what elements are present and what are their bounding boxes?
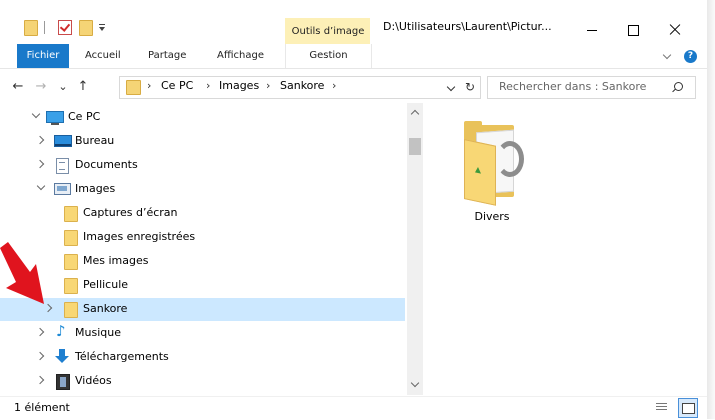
annotation-arrow-shape [0, 242, 44, 304]
breadcrumb-sankore[interactable]: Sankore [280, 79, 324, 92]
folder-icon [64, 278, 78, 294]
tree-item-videos[interactable]: Vidéos [0, 370, 405, 393]
collapse-chevron-icon[interactable] [31, 109, 41, 119]
tree-item-mes-images[interactable]: Mes images [0, 250, 405, 273]
properties-icon[interactable] [58, 20, 72, 35]
navigation-scrollbar[interactable] [407, 103, 423, 395]
search-input[interactable]: Rechercher dans : Sankore [487, 76, 696, 99]
expand-chevron-icon[interactable] [35, 375, 45, 385]
tab-gestion[interactable]: Gestion [285, 44, 372, 68]
refresh-button[interactable]: ↻ [462, 78, 478, 96]
tree-item-label: Images [75, 182, 116, 195]
download-icon [55, 349, 69, 364]
new-folder-icon[interactable] [79, 20, 93, 36]
address-bar[interactable]: › Ce PC › Images › Sankore › ↻ [119, 76, 481, 99]
tree-item-documents[interactable]: Documents [0, 154, 405, 177]
expand-chevron-icon[interactable] [35, 351, 45, 361]
breadcrumb-ce-pc[interactable]: Ce PC [161, 79, 193, 92]
help-icon[interactable]: ? [684, 50, 697, 63]
documents-icon [56, 158, 69, 174]
tree-item-label: Pellicule [83, 278, 129, 291]
expand-chevron-icon[interactable] [35, 135, 45, 145]
breadcrumb-separator[interactable]: › [266, 79, 270, 92]
expand-ribbon-icon[interactable] [663, 52, 671, 60]
tab-accueil[interactable]: Accueil [85, 44, 121, 68]
tree-item-label: Musique [75, 326, 121, 339]
tree-item-sankore[interactable]: Sankore [0, 298, 405, 321]
folder-icon [126, 80, 141, 95]
tree-item-captures[interactable]: Captures d’écran [0, 202, 405, 225]
collapse-chevron-icon[interactable] [36, 181, 46, 191]
minimize-button[interactable] [572, 14, 612, 44]
tree-item-pellicule[interactable]: Pellicule [0, 274, 405, 297]
search-icon[interactable] [674, 82, 683, 91]
customize-toolbar-dropdown-icon[interactable] [99, 24, 106, 31]
maximize-button[interactable] [613, 14, 653, 44]
folder-icon [64, 230, 78, 246]
tree-item-images-enregistrees[interactable]: Images enregistrées [0, 226, 405, 249]
search-placeholder: Rechercher dans : Sankore [499, 80, 647, 93]
scrollbar-thumb[interactable] [409, 138, 421, 155]
tree-item-label: Bureau [75, 134, 115, 147]
tab-fichier[interactable]: Fichier [17, 44, 69, 68]
images-icon [54, 183, 71, 195]
tree-item-ce-pc[interactable]: Ce PC [0, 106, 405, 129]
expand-chevron-icon[interactable] [35, 159, 45, 169]
tree-item-label: Téléchargements [75, 350, 169, 363]
folder-icon[interactable] [462, 121, 524, 206]
window-shadow [707, 0, 715, 419]
folder-preview-arc [496, 141, 524, 177]
tree-item-label: Captures d’écran [83, 206, 178, 219]
folder-icon [24, 20, 38, 36]
details-view-icon[interactable] [654, 401, 670, 415]
tree-item-label: Mes images [83, 254, 149, 267]
folder-icon [64, 302, 78, 318]
tree-item-bureau[interactable]: Bureau [0, 130, 405, 153]
tab-partage[interactable]: Partage [148, 44, 186, 68]
navigation-pane: Ce PC Bureau Documents Images Captures d… [0, 103, 405, 395]
recent-locations-button[interactable]: ⌄ [55, 78, 71, 96]
video-icon [56, 374, 70, 390]
scroll-down-icon[interactable] [410, 378, 420, 388]
breadcrumb-separator[interactable]: › [206, 79, 210, 92]
contextual-group-label: Outils d’image [291, 26, 365, 37]
tree-item-label: Vidéos [75, 374, 112, 387]
tree-item-musique[interactable]: ♪ Musique [0, 322, 405, 345]
computer-icon [46, 111, 64, 125]
file-explorer-window: Outils d’image D:\Utilisateurs\Laurent\P… [0, 0, 708, 420]
forward-button[interactable]: → [33, 78, 49, 96]
tree-item-label: Sankore [83, 302, 128, 315]
content-item-label[interactable]: Divers [462, 210, 522, 223]
breadcrumb-separator[interactable]: › [332, 79, 336, 92]
close-button[interactable] [654, 14, 694, 44]
tree-item-label: Images enregistrées [83, 230, 196, 243]
desktop-icon [54, 135, 72, 147]
breadcrumb-images[interactable]: Images [219, 79, 259, 92]
folder-icon [64, 206, 78, 222]
tree-item-telechargements[interactable]: Téléchargements [0, 346, 405, 369]
status-bar: 1 élément [0, 396, 707, 420]
folder-icon [64, 254, 78, 270]
breadcrumb-separator[interactable]: › [147, 79, 151, 92]
up-button[interactable]: ↑ [75, 78, 91, 96]
scroll-up-icon[interactable] [410, 109, 420, 119]
toolbar-separator [44, 21, 45, 34]
title-bar: Outils d’image D:\Utilisateurs\Laurent\P… [0, 0, 707, 44]
tree-item-label: Documents [75, 158, 138, 171]
item-count: 1 élément [14, 401, 70, 414]
large-icons-view-icon[interactable] [678, 398, 698, 418]
music-icon: ♪ [56, 322, 66, 340]
back-button[interactable]: ← [10, 78, 26, 96]
address-history-dropdown-icon[interactable] [446, 82, 456, 92]
tree-item-label: Ce PC [68, 110, 101, 123]
expand-chevron-icon[interactable] [35, 327, 45, 337]
ribbon-tabs: Fichier Accueil Partage Affichage Gestio… [0, 44, 707, 69]
annotation-arrow [0, 242, 44, 304]
window-title: D:\Utilisateurs\Laurent\Pictur... [383, 20, 552, 33]
tree-item-images[interactable]: Images [0, 178, 405, 201]
folder-front [464, 139, 496, 206]
tab-affichage[interactable]: Affichage [217, 44, 264, 68]
